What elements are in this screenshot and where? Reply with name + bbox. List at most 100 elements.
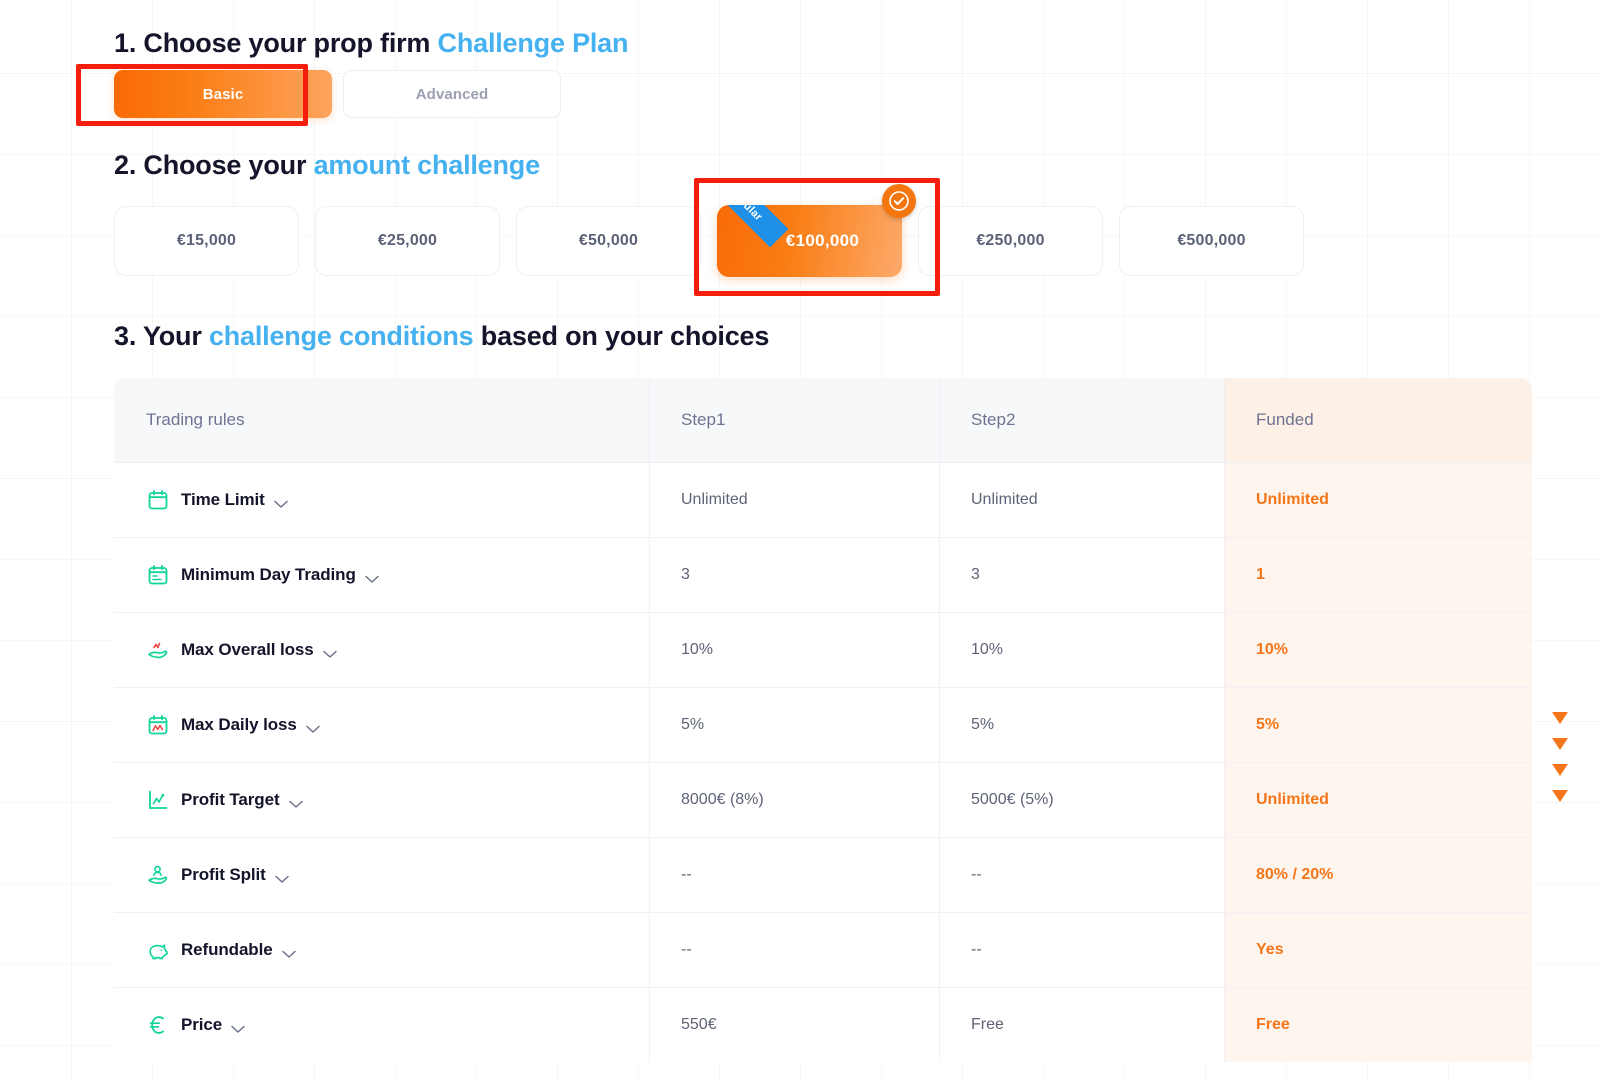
euro-icon <box>146 1013 170 1037</box>
step2-value: -- <box>971 866 982 883</box>
step2-value: 10% <box>971 641 1004 658</box>
chevron-down-icon[interactable] <box>322 646 337 658</box>
plan-toggle-group: Basic Advanced <box>114 70 561 118</box>
table-row: Profit Target 8000€ (8%) 5000€ (5%) Unli… <box>114 762 1532 837</box>
triangle-down-icon[interactable] <box>1552 790 1568 802</box>
rule-cell[interactable]: Refundable <box>114 913 650 987</box>
table-row: Price 550€ Free Free <box>114 987 1532 1062</box>
challenge-conditions-table: Trading rules Step1 Step2 Funded Time Li… <box>114 378 1532 1062</box>
step3-number: 3. <box>114 321 137 351</box>
rule-label: Max Overall loss <box>181 640 314 659</box>
rule-cell[interactable]: Max Daily loss <box>114 688 650 762</box>
funded-value: 1 <box>1256 566 1265 583</box>
step1-value: 3 <box>681 566 690 583</box>
funded-value: Yes <box>1256 941 1284 958</box>
amount-options-group: €15,000 €25,000 €50,000 popular €100,000 <box>114 184 1304 277</box>
chevron-down-icon[interactable] <box>281 946 296 958</box>
table-row: Minimum Day Trading 3 3 1 <box>114 537 1532 612</box>
chevron-down-icon[interactable] <box>273 496 288 508</box>
rule-cell[interactable]: Profit Split <box>114 838 650 912</box>
calendar-days-icon <box>146 563 170 587</box>
step2-value: 5000€ (5%) <box>971 791 1054 808</box>
column-header-step1: Step1 <box>650 378 940 462</box>
step2-text: Choose your <box>136 150 314 180</box>
piggy-bank-icon <box>146 938 170 962</box>
triangle-down-icon[interactable] <box>1552 712 1568 724</box>
amount-option-15000-label: €15,000 <box>176 232 237 249</box>
step1-value: 550€ <box>681 1016 717 1033</box>
step1-value: -- <box>681 866 692 883</box>
chart-up-icon <box>146 788 170 812</box>
rule-cell[interactable]: Max Overall loss <box>114 613 650 687</box>
amount-option-250000-label: €250,000 <box>976 232 1045 249</box>
plan-option-advanced-label: Advanced <box>415 85 489 103</box>
column-header-funded: Funded <box>1225 378 1532 462</box>
amount-option-100000-label: €100,000 <box>785 231 860 250</box>
challenge-configurator-page: 1. Choose your prop firm Challenge Plan … <box>0 0 1600 1080</box>
rule-cell[interactable]: Minimum Day Trading <box>114 538 650 612</box>
chevron-down-icon[interactable] <box>288 796 303 808</box>
funded-value: Free <box>1256 1016 1290 1033</box>
table-row: Max Overall loss 10% 10% 10% <box>114 612 1532 687</box>
amount-option-500000[interactable]: €500,000 <box>1119 206 1304 276</box>
step2-value: 5% <box>971 716 995 733</box>
step2-value: 3 <box>971 566 980 583</box>
step1-value: Unlimited <box>681 491 748 508</box>
amount-option-50000[interactable]: €50,000 <box>516 206 701 276</box>
table-row: Time Limit Unlimited Unlimited Unlimited <box>114 462 1532 537</box>
funded-value: 10% <box>1256 641 1289 658</box>
step1-accent: Challenge Plan <box>437 28 629 58</box>
plan-option-advanced[interactable]: Advanced <box>343 70 561 118</box>
step1-heading: 1. Choose your prop firm Challenge Plan <box>114 28 628 59</box>
amount-option-250000[interactable]: €250,000 <box>918 206 1103 276</box>
plan-option-basic[interactable]: Basic <box>114 70 332 118</box>
step2-number: 2. <box>114 150 137 180</box>
rule-cell[interactable]: Price <box>114 988 650 1062</box>
rule-label: Profit Target <box>181 790 280 809</box>
scroll-down-indicator[interactable] <box>1552 712 1568 802</box>
rule-label: Time Limit <box>181 490 265 509</box>
funded-value: Unlimited <box>1256 791 1329 808</box>
amount-option-25000[interactable]: €25,000 <box>315 206 500 276</box>
chevron-down-icon[interactable] <box>364 571 379 583</box>
triangle-down-icon[interactable] <box>1552 738 1568 750</box>
table-row: Max Daily loss 5% 5% 5% <box>114 687 1532 762</box>
chevron-down-icon[interactable] <box>306 721 320 733</box>
step1-value: 5% <box>681 716 705 733</box>
table-row: Profit Split -- -- 80% / 20% <box>114 837 1532 912</box>
step3-accent: challenge conditions <box>208 321 474 351</box>
rule-label: Max Daily loss <box>181 715 297 734</box>
popular-ribbon: popular <box>717 205 789 248</box>
popular-ribbon-label: popular <box>726 205 764 223</box>
step3-text: Your <box>136 321 209 351</box>
amount-option-50000-label: €50,000 <box>578 232 639 249</box>
rule-label: Price <box>181 1015 223 1034</box>
rule-label: Profit Split <box>181 865 266 884</box>
selected-check-icon <box>882 184 916 218</box>
step1-value: -- <box>681 941 692 958</box>
calendar-icon <box>146 488 170 512</box>
amount-option-100000[interactable]: popular €100,000 <box>717 184 916 277</box>
plan-option-basic-label: Basic <box>202 85 244 103</box>
step1-number: 1. <box>114 28 137 58</box>
rule-cell[interactable]: Time Limit <box>114 463 650 537</box>
amount-option-500000-label: €500,000 <box>1177 232 1246 249</box>
hand-user-icon <box>146 863 170 887</box>
calendar-loss-icon <box>146 713 170 737</box>
rule-cell[interactable]: Profit Target <box>114 763 650 837</box>
step3-text-after: based on your choices <box>473 321 770 351</box>
step2-value: -- <box>971 941 982 958</box>
amount-option-15000[interactable]: €15,000 <box>114 206 299 276</box>
triangle-down-icon[interactable] <box>1552 764 1568 776</box>
step3-heading: 3. Your challenge conditions based on yo… <box>114 321 769 352</box>
rule-label: Refundable <box>181 940 273 959</box>
step1-text: Choose your prop firm <box>136 28 438 58</box>
step2-value: Free <box>971 1016 1004 1033</box>
chevron-down-icon[interactable] <box>231 1021 245 1033</box>
rule-label: Minimum Day Trading <box>181 565 356 584</box>
step2-heading: 2. Choose your amount challenge <box>114 150 540 181</box>
chevron-down-icon[interactable] <box>275 871 289 883</box>
hand-loss-icon <box>146 638 170 662</box>
step1-value: 10% <box>681 641 714 658</box>
table-header-row: Trading rules Step1 Step2 Funded <box>114 378 1532 462</box>
